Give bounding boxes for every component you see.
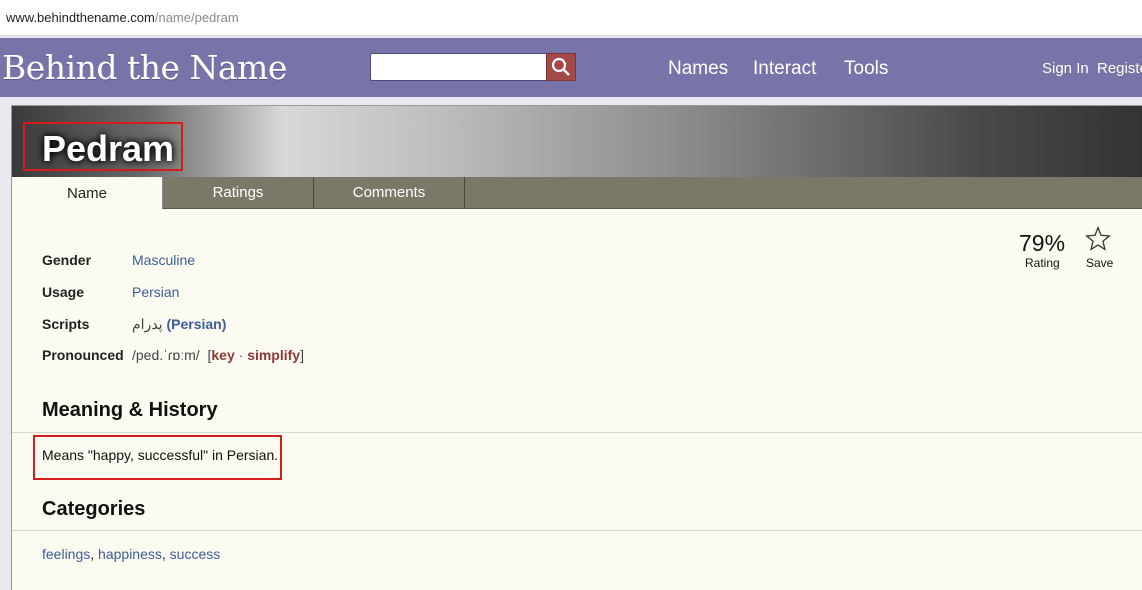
ipa-text: /ped.ˈɾɒːm/ <box>132 347 200 363</box>
category-separator: , <box>90 546 95 562</box>
gender-value[interactable]: Masculine <box>132 252 195 268</box>
category-list: feelings, happiness, success <box>42 546 220 562</box>
meaning-text: Means "happy, successful" in Persian. <box>42 447 279 463</box>
gender-label: Gender <box>42 252 92 268</box>
save-label[interactable]: Save <box>1086 256 1113 270</box>
url-domain: www.behindthename.com <box>6 10 155 25</box>
name-panel: Pedram Name Ratings Comments 79% Rating … <box>11 105 1142 590</box>
meaning-divider <box>12 432 1142 433</box>
url-text: www.behindthename.com/name/pedram <box>6 10 239 25</box>
usage-label: Usage <box>42 284 85 300</box>
rating-value[interactable]: 79% <box>1019 230 1065 257</box>
tab-bar: Name Ratings Comments <box>12 177 1142 209</box>
site-logo[interactable]: Behind the Name <box>2 48 287 87</box>
simplify-link[interactable]: simplify <box>247 347 300 363</box>
categories-heading: Categories <box>42 498 146 520</box>
nav-names[interactable]: Names <box>668 58 728 80</box>
dot-separator: · <box>238 347 244 363</box>
categories-divider <box>12 530 1142 531</box>
tab-ratings[interactable]: Ratings <box>163 177 314 208</box>
search-button[interactable] <box>546 53 576 81</box>
nav-interact[interactable]: Interact <box>753 58 816 80</box>
star-outline-icon[interactable] <box>1085 226 1111 252</box>
register-link[interactable]: Registe <box>1097 60 1142 77</box>
category-success[interactable]: success <box>170 546 221 562</box>
category-feelings[interactable]: feelings <box>42 546 90 562</box>
bracket-close: ] <box>300 347 304 363</box>
script-language[interactable]: (Persian) <box>166 316 226 332</box>
scripts-value: پدرام (Persian) <box>132 316 226 333</box>
search-icon <box>551 57 570 76</box>
tab-name[interactable]: Name <box>12 177 163 209</box>
pronounced-value: /ped.ˈɾɒːm/ [key · simplify] <box>132 347 304 363</box>
scripts-label: Scripts <box>42 316 90 332</box>
nav-tools[interactable]: Tools <box>844 58 888 80</box>
pronounced-label: Pronounced <box>42 347 124 363</box>
page-title: Pedram <box>42 128 175 169</box>
category-separator: , <box>161 546 166 562</box>
address-bar[interactable]: www.behindthename.com/name/pedram <box>0 0 1142 36</box>
rating-label: Rating <box>1025 256 1060 270</box>
sign-in-link[interactable]: Sign In <box>1042 60 1089 77</box>
url-path: /name/pedram <box>154 10 239 25</box>
site-header: Behind the Name Names Interact Tools Sig… <box>0 38 1142 97</box>
tab-comments[interactable]: Comments <box>314 177 465 208</box>
script-text: پدرام <box>132 316 163 332</box>
key-link[interactable]: key <box>211 347 234 363</box>
search-input[interactable] <box>370 53 546 81</box>
category-happiness[interactable]: happiness <box>98 546 162 562</box>
usage-value[interactable]: Persian <box>132 284 179 300</box>
meaning-heading: Meaning & History <box>42 399 218 421</box>
